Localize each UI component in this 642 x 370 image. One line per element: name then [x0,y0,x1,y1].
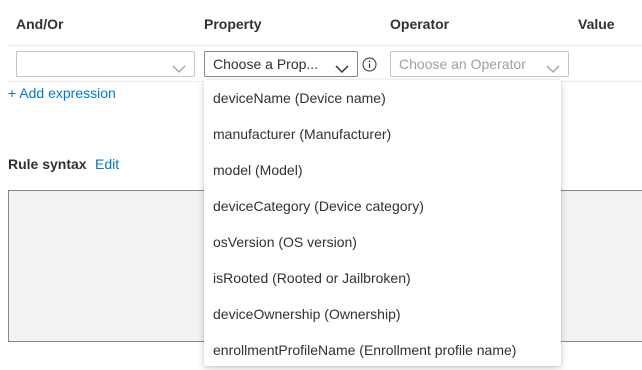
column-header-property: Property [204,16,262,32]
property-dropdown-menu: deviceName (Device name) manufacturer (M… [204,80,561,366]
column-header-operator: Operator [390,16,450,32]
column-header-and-or: And/Or [16,16,64,32]
chevron-down-icon [546,58,560,73]
operator-dropdown[interactable]: Choose an Operator [390,51,569,77]
menu-item-device-category[interactable]: deviceCategory (Device category) [204,188,561,224]
rule-syntax-edit-link[interactable]: Edit [95,156,119,172]
menu-item-enrollment-profile-name[interactable]: enrollmentProfileName (Enrollment profil… [204,332,561,368]
chevron-down-icon [335,58,349,74]
info-icon[interactable] [362,57,377,72]
header-divider [8,45,642,46]
menu-item-is-rooted[interactable]: isRooted (Rooted or Jailbroken) [204,260,561,296]
menu-item-os-version[interactable]: osVersion (OS version) [204,224,561,260]
rule-builder: And/Or Property Operator Value Choose a … [0,0,642,370]
menu-item-model[interactable]: model (Model) [204,152,561,188]
chevron-down-icon [172,58,186,73]
operator-placeholder: Choose an Operator [399,56,526,72]
add-expression-link[interactable]: + Add expression [8,85,116,101]
menu-item-manufacturer[interactable]: manufacturer (Manufacturer) [204,116,561,152]
menu-item-device-ownership[interactable]: deviceOwnership (Ownership) [204,296,561,332]
property-dropdown[interactable]: Choose a Prop... [204,51,358,77]
rule-syntax-label: Rule syntax [8,156,87,172]
column-header-value: Value [578,16,615,32]
menu-item-device-name[interactable]: deviceName (Device name) [204,80,561,116]
property-placeholder: Choose a Prop... [213,56,319,72]
and-or-dropdown[interactable] [16,51,195,77]
